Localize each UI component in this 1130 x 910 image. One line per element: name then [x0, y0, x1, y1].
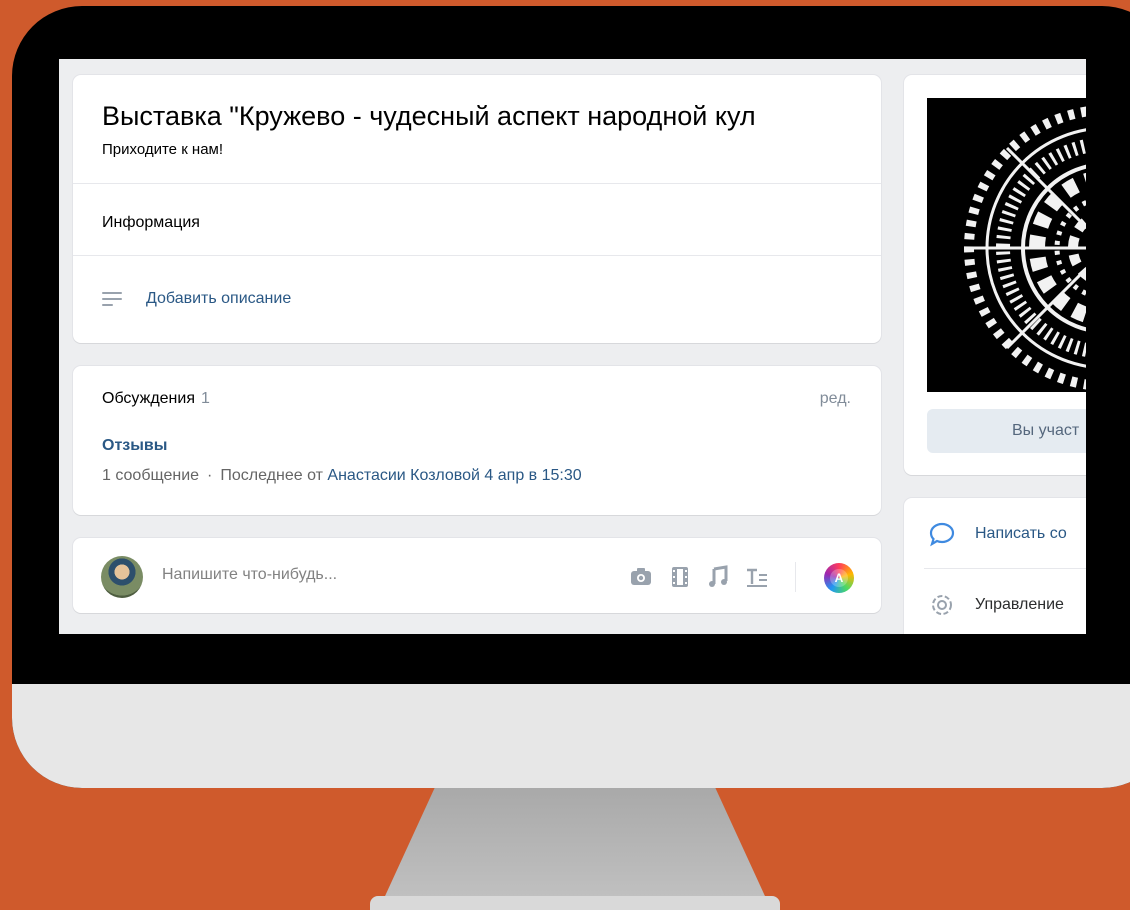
music-icon[interactable] — [706, 565, 730, 589]
message-count: 1 сообщение — [102, 467, 200, 484]
film-icon[interactable] — [668, 565, 692, 589]
gear-icon — [928, 591, 956, 619]
monitor-stand-base — [370, 896, 780, 910]
last-from-label: Последнее от — [220, 467, 323, 484]
discussions-card: Обсуждения 1 ред. Отзывы 1 сообщение · Посл… — [73, 366, 881, 515]
monitor-chin — [12, 684, 1130, 788]
discussions-heading[interactable]: Обсуждения 1 — [102, 390, 210, 408]
edit-discussions-link[interactable]: ред. — [820, 390, 851, 408]
discussions-count: 1 — [200, 390, 210, 407]
write-message-label: Написать со — [975, 525, 1067, 542]
event-header-card: Выставка "Кружево - чудесный аспект наро… — [73, 75, 881, 343]
divider — [73, 255, 881, 256]
meta-separator: · — [207, 467, 213, 484]
divider — [73, 183, 881, 184]
manage-label: Управление — [975, 596, 1064, 613]
author-letter: A — [830, 569, 848, 587]
text-format-icon[interactable] — [745, 565, 769, 589]
screen: Выставка "Кружево - чудесный аспект наро… — [59, 59, 1086, 634]
event-subtitle: Приходите к нам! — [102, 141, 224, 158]
add-description-label: Добавить описание — [146, 290, 292, 307]
last-post-date-link[interactable]: 4 апр в 15:30 — [484, 467, 581, 484]
author-link[interactable]: Анастасии Козловой — [327, 467, 480, 484]
description-lines-icon — [102, 292, 122, 306]
avatar[interactable] — [101, 556, 143, 598]
divider — [924, 568, 1086, 569]
topic-link[interactable]: Отзывы — [102, 437, 167, 455]
info-heading: Информация — [102, 214, 200, 231]
manage-action[interactable]: Управление — [928, 591, 1064, 619]
event-photo-card: Вы участ — [904, 75, 1086, 475]
monitor-stand — [380, 788, 770, 907]
attachments-separator — [795, 562, 796, 592]
post-composer-card: Напишите что-нибудь... A — [73, 538, 881, 613]
discussions-title: Обсуждения — [102, 390, 195, 407]
join-status-button[interactable]: Вы участ — [927, 409, 1086, 453]
write-message-action[interactable]: Написать со — [928, 520, 1067, 548]
add-description-link[interactable]: Добавить описание — [102, 288, 291, 310]
camera-icon[interactable] — [629, 565, 653, 589]
post-input[interactable]: Напишите что-нибудь... — [162, 566, 337, 584]
actions-card: Написать со Управление — [904, 498, 1086, 634]
topic-meta: 1 сообщение · Последнее от Анастасии Козло… — [102, 467, 582, 485]
author-select-button[interactable]: A — [824, 563, 854, 593]
lace-doily-photo[interactable] — [927, 98, 1086, 392]
event-title: Выставка "Кружево - чудесный аспект наро… — [102, 101, 756, 131]
message-bubble-icon — [928, 520, 956, 548]
